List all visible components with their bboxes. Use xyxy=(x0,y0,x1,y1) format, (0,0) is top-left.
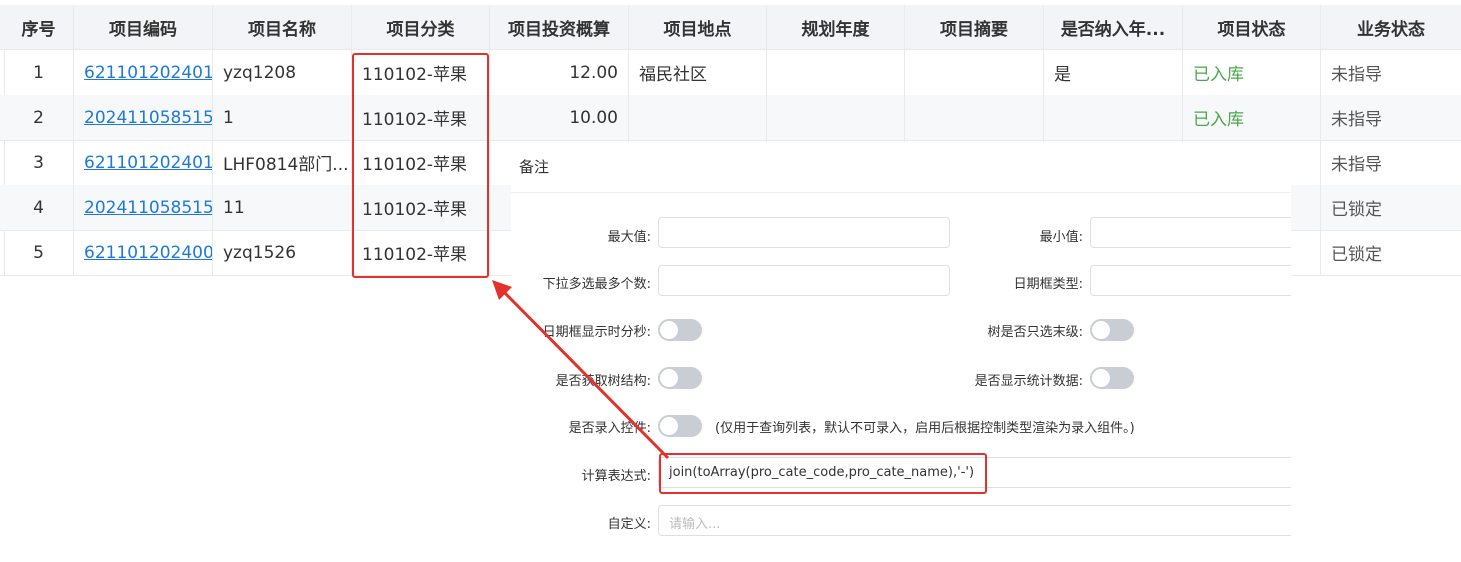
cell-location xyxy=(629,95,767,140)
cell-biz-status: 未指导 xyxy=(1331,110,1382,130)
col-header-code[interactable]: 项目编码 xyxy=(74,5,213,49)
cell-name: LHF0814部门... xyxy=(213,140,352,185)
project-code-link[interactable]: 6211012024017 xyxy=(84,153,212,173)
project-code-link[interactable]: 6211012024006 xyxy=(84,243,212,263)
date-type-label: 日期框类型: xyxy=(1013,277,1083,292)
project-code-link[interactable]: 20241105851533 xyxy=(84,198,212,218)
cell-summary xyxy=(905,50,1044,95)
col-header-budget[interactable]: 项目投资概算 xyxy=(490,5,629,49)
highlight-category-column xyxy=(352,53,489,278)
field-config-panel: 备注 最大值: 最小值: 下拉多选最多个数: 日期框类型: 日期框显示时分秒: … xyxy=(511,142,1291,562)
cell-included xyxy=(1044,95,1183,140)
cell-budget: 10.00 xyxy=(490,95,629,140)
min-value-label: 最小值: xyxy=(1039,230,1083,245)
cell-no: 5 xyxy=(4,230,74,275)
get-tree-toggle[interactable] xyxy=(658,367,702,389)
cell-biz-status: 已锁定 xyxy=(1331,245,1382,265)
date-show-time-toggle[interactable] xyxy=(658,319,702,341)
cell-biz-status: 未指导 xyxy=(1331,65,1382,85)
show-stats-label: 是否显示统计数据: xyxy=(974,374,1083,389)
cell-name: 1 xyxy=(213,95,352,140)
col-header-name[interactable]: 项目名称 xyxy=(213,5,352,49)
cell-budget: 12.00 xyxy=(490,50,629,95)
col-header-year[interactable]: 规划年度 xyxy=(767,5,905,49)
tree-leaf-only-label: 树是否只选末级: xyxy=(987,325,1083,340)
cell-code-link[interactable]: 6211012024006 xyxy=(74,230,213,275)
highlight-expression-input xyxy=(659,453,987,494)
cell-code-link[interactable]: 6211012024018 xyxy=(74,50,213,95)
get-tree-label: 是否获取树结构: xyxy=(555,374,651,389)
cell-status: 已入库 xyxy=(1183,50,1321,95)
project-code-link[interactable]: 20241105851500 xyxy=(84,108,212,128)
table-row[interactable]: 2 20241105851500 1 110102-苹果 10.00 已入库 未… xyxy=(0,95,1461,141)
date-show-time-label: 日期框显示时分秒: xyxy=(542,325,651,340)
editable-control-label: 是否录入控件: xyxy=(568,421,651,436)
col-header-included[interactable]: 是否纳入年... xyxy=(1044,5,1183,49)
table-header-row: 序号 项目编码 项目名称 项目分类 项目投资概算 项目地点 规划年度 项目摘要 … xyxy=(0,5,1461,50)
editable-control-note: (仅用于查询列表，默认不可录入，启用后根据控制类型渲染为录入组件。) xyxy=(715,421,1135,436)
min-value-input[interactable] xyxy=(1090,217,1291,248)
col-header-summary[interactable]: 项目摘要 xyxy=(905,5,1044,49)
tree-leaf-only-toggle[interactable] xyxy=(1090,319,1134,341)
table-row[interactable]: 1 6211012024018 yzq1208 110102-苹果 12.00 … xyxy=(0,50,1461,96)
editable-control-toggle[interactable] xyxy=(658,415,702,437)
col-header-category[interactable]: 项目分类 xyxy=(352,5,490,49)
panel-divider xyxy=(511,192,1291,193)
col-header-no[interactable]: 序号 xyxy=(4,5,74,49)
cell-no: 2 xyxy=(4,95,74,140)
cell-name: yzq1526 xyxy=(213,230,352,275)
cell-biz-status: 已锁定 xyxy=(1331,200,1382,220)
cell-code-link[interactable]: 20241105851533 xyxy=(74,185,213,230)
panel-title: 备注 xyxy=(519,158,550,176)
col-header-biz-status[interactable]: 业务状态 xyxy=(1321,5,1461,49)
show-stats-toggle[interactable] xyxy=(1090,367,1134,389)
col-header-status[interactable]: 项目状态 xyxy=(1183,5,1321,49)
cell-location: 福民社区 xyxy=(629,50,767,95)
project-code-link[interactable]: 6211012024018 xyxy=(84,63,212,83)
cell-name: yzq1208 xyxy=(213,50,352,95)
custom-input[interactable]: 请输入... xyxy=(658,505,1291,536)
cell-year xyxy=(767,95,905,140)
cell-name: 11 xyxy=(213,185,352,230)
max-value-label: 最大值: xyxy=(607,230,651,245)
max-value-input[interactable] xyxy=(658,217,950,248)
arrow-head-icon xyxy=(492,280,512,300)
dropdown-max-label: 下拉多选最多个数: xyxy=(542,277,651,292)
col-header-location[interactable]: 项目地点 xyxy=(629,5,767,49)
cell-summary xyxy=(905,95,1044,140)
dropdown-max-input[interactable] xyxy=(658,265,950,296)
cell-no: 1 xyxy=(4,50,74,95)
custom-placeholder: 请输入... xyxy=(669,517,721,532)
cell-code-link[interactable]: 6211012024017 xyxy=(74,140,213,185)
cell-year xyxy=(767,50,905,95)
date-type-select[interactable] xyxy=(1090,265,1291,296)
custom-label: 自定义: xyxy=(607,517,651,532)
cell-no: 3 xyxy=(4,140,74,185)
cell-status: 已入库 xyxy=(1183,95,1321,140)
cell-code-link[interactable]: 20241105851500 xyxy=(74,95,213,140)
cell-no: 4 xyxy=(4,185,74,230)
cell-included: 是 xyxy=(1044,50,1183,95)
cell-biz-status: 未指导 xyxy=(1331,155,1382,175)
expression-label: 计算表达式: xyxy=(581,469,651,484)
